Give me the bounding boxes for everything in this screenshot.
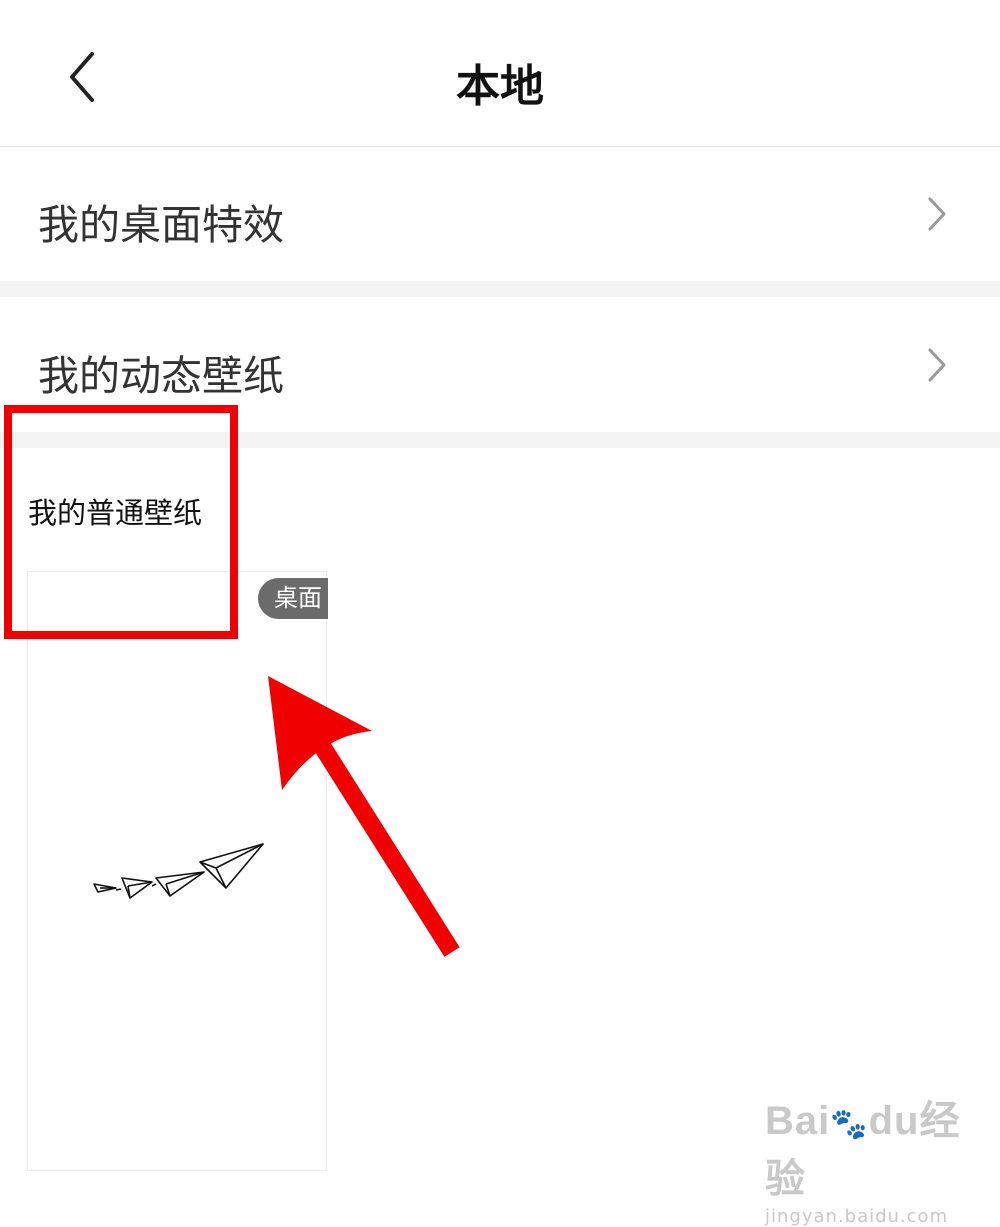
row-label: 我的动态壁纸 bbox=[38, 352, 284, 400]
paw-icon: 🐾 bbox=[830, 1108, 869, 1141]
section-divider bbox=[0, 432, 1000, 448]
watermark-url: jingyan.baidu.com bbox=[765, 1206, 949, 1227]
chevron-right-icon bbox=[928, 348, 946, 382]
page-title: 本地 bbox=[456, 61, 544, 112]
paper-planes-illustration bbox=[93, 843, 264, 899]
desktop-tag-badge: 桌面 bbox=[258, 578, 328, 619]
wallpaper-thumbnail[interactable] bbox=[27, 571, 327, 1171]
chevron-right-icon bbox=[928, 197, 946, 231]
section-divider bbox=[0, 281, 1000, 297]
watermark-brand: Bai bbox=[765, 1099, 831, 1143]
row-live-wallpaper[interactable]: 我的动态壁纸 bbox=[0, 297, 1000, 432]
baidu-jingyan-watermark: Bai🐾du经验 jingyan.baidu.com bbox=[765, 1088, 1000, 1227]
row-desktop-effects[interactable]: 我的桌面特效 bbox=[0, 147, 1000, 281]
row-label: 我的桌面特效 bbox=[38, 201, 284, 249]
header-bar: 本地 bbox=[0, 0, 1000, 147]
section-title-normal-wallpaper: 我的普通壁纸 bbox=[28, 496, 203, 530]
watermark-brand-2: du bbox=[868, 1099, 920, 1143]
